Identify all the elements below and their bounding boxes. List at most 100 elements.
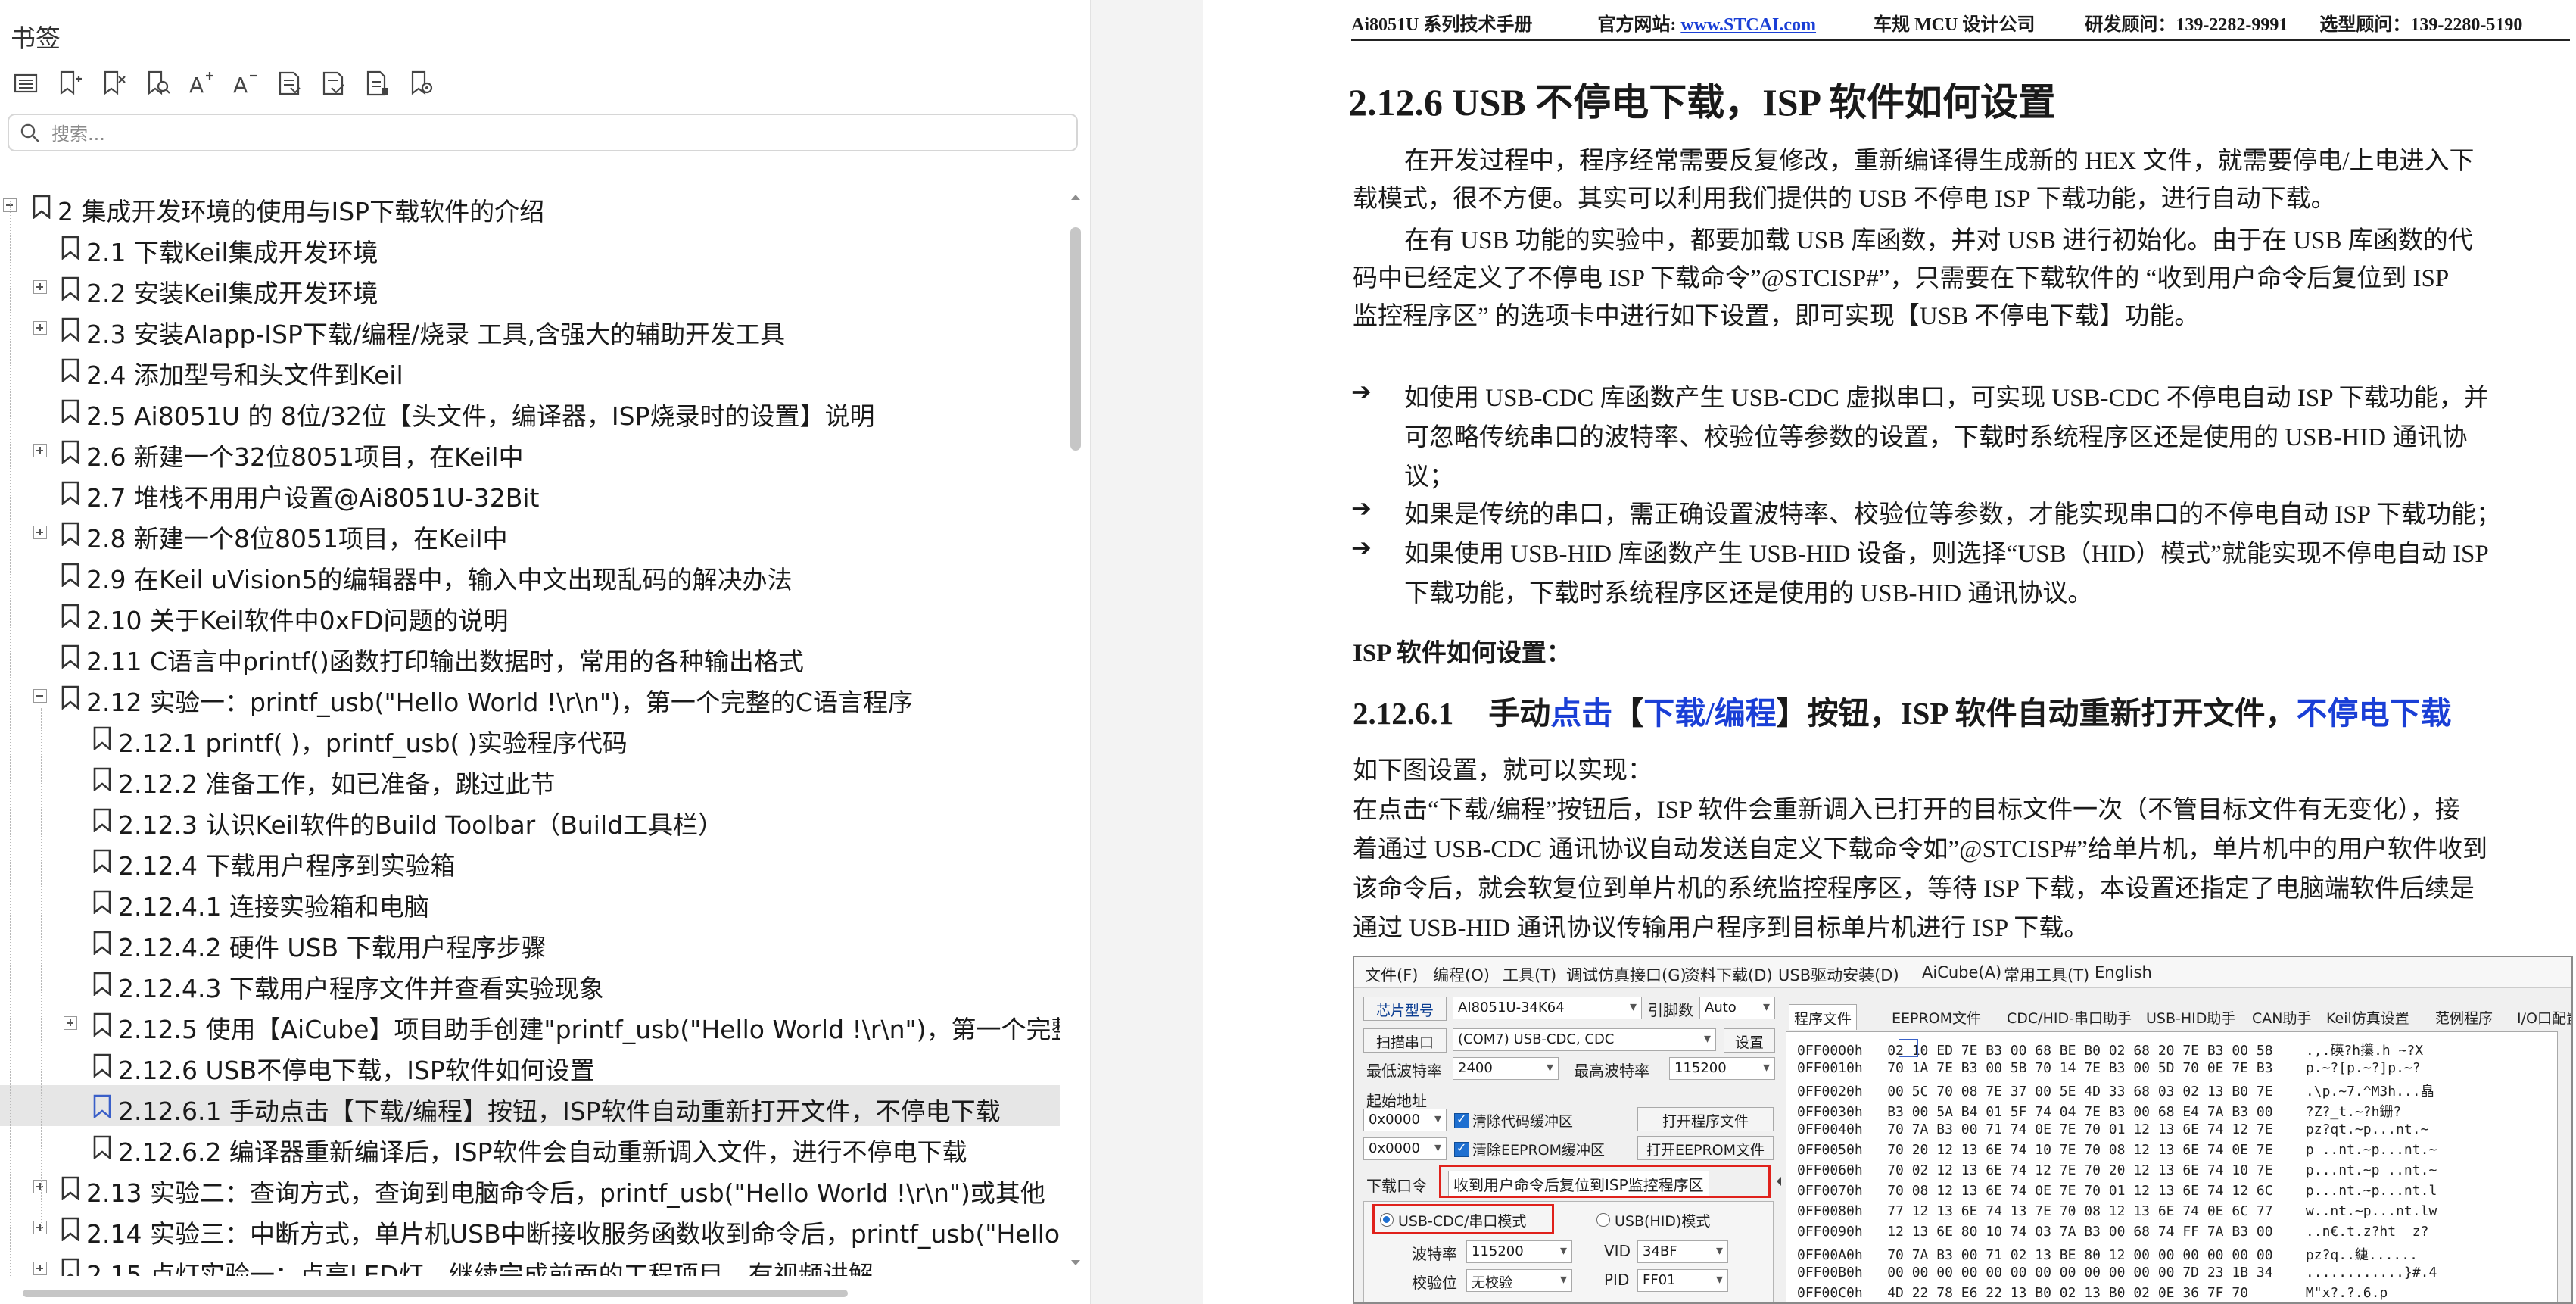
tab-item[interactable]: USB-HID助手	[2141, 1004, 2240, 1030]
bookmark-item[interactable]: 2.12.6.2 编译器重新编译后，ISP软件会自动重新调入文件，进行不停电下载	[0, 1126, 1060, 1167]
usb-hid-mode-radio[interactable]	[1596, 1213, 1610, 1227]
bookmark-item[interactable]: 2.6 新建一个32位8051项目，在Keil中	[0, 431, 1060, 472]
tab-item[interactable]: Keil仿真设置	[2322, 1004, 2414, 1030]
bookmark-item[interactable]: 2.15 点灯实验一：点亮LED灯，继续完成前面的工程项目，有视频讲解	[0, 1249, 1060, 1276]
bookmark-label: 2.14 实验三：中断方式，单片机USB中断接收服务函数收到命令后，printf…	[86, 1219, 1060, 1249]
bookmark-item[interactable]: 2.12.6 USB不停电下载，ISP软件如何设置	[0, 1044, 1060, 1085]
bookmark-item[interactable]: 2.9 在Keil uVision5的编辑器中，输入中文出现乱码的解决办法	[0, 554, 1060, 594]
tab-item[interactable]: EEPROM文件	[1887, 1004, 1986, 1030]
baud-select[interactable]: 115200	[1466, 1240, 1572, 1263]
port-select[interactable]: (COM7) USB-CDC, CDC	[1453, 1028, 1716, 1051]
bookmark-item[interactable]: 2.11 C语言中printf()函数打印输出数据时，常用的各种输出格式	[0, 635, 1060, 676]
menu-item[interactable]: USB驱动安装(D)	[1778, 963, 1899, 986]
expand-all-icon[interactable]	[8, 65, 44, 101]
expand-toggle-icon[interactable]	[33, 280, 47, 294]
bookmark-item[interactable]: 2.12.5 使用【AiCube】项目助手创建"printf_usb("Hell…	[0, 1003, 1060, 1044]
bookmark-item[interactable]: 2.13 实验二：查询方式，查询到电脑命令后，printf_usb("Hello…	[0, 1167, 1060, 1208]
bookmark-icon	[61, 440, 79, 464]
expand-toggle-icon[interactable]	[33, 444, 47, 457]
add-bookmark-icon[interactable]	[51, 65, 88, 101]
bookmark-item[interactable]: 2.14 实验三：中断方式，单片机USB中断接收服务函数收到命令后，printf…	[0, 1208, 1060, 1249]
panel-splitter[interactable]	[1091, 0, 2202, 1304]
menu-item[interactable]: English	[2095, 963, 2152, 981]
paragraph-line: 该命令后，就会软复位到单片机的系统监控程序区，等待 ISP 下载，本设置还指定了…	[1353, 875, 2475, 903]
scroll-down-icon[interactable]	[1067, 1254, 1084, 1271]
menu-item[interactable]: 文件(F)	[1365, 963, 1418, 986]
expand-toggle-icon[interactable]	[33, 1221, 47, 1234]
tab-item[interactable]: I/O口配置	[2512, 1004, 2571, 1030]
code-address-field[interactable]: 0x0000	[1363, 1109, 1447, 1131]
pid-field[interactable]: FF01	[1637, 1269, 1728, 1292]
clear-code-checkbox[interactable]	[1454, 1112, 1469, 1128]
bookmark-item[interactable]: 2.12.6.1 手动点击【下载/编程】按钮，ISP软件自动重新打开文件，不停电…	[0, 1085, 1060, 1126]
header-site-link[interactable]: www.STCAI.com	[1680, 15, 1816, 35]
bookmark-item[interactable]: 2.1 下载Keil集成开发环境	[0, 226, 1060, 267]
bookmark-item[interactable]: 2.3 安装AIapp-ISP下载/编程/烧录 工具,含强大的辅助开发工具	[0, 308, 1060, 349]
parity-select[interactable]: 无校验	[1466, 1269, 1572, 1292]
min-baud-select[interactable]: 2400	[1453, 1057, 1559, 1080]
bookmark-settings-icon[interactable]	[403, 65, 439, 101]
horizontal-scroll-thumb[interactable]	[23, 1290, 848, 1297]
bookmark-item[interactable]: 2.12.3 认识Keil软件的Build Toolbar（Build工具栏）	[0, 799, 1060, 840]
expand-toggle-icon[interactable]	[33, 1180, 47, 1193]
bookmark-icon	[61, 1176, 79, 1200]
bookmark-item[interactable]: 2.12.4.3 下载用户程序文件并查看实验现象	[0, 962, 1060, 1003]
expand-toggle-icon[interactable]	[33, 526, 47, 539]
find-bookmark-icon[interactable]	[139, 65, 176, 101]
bookmark-item[interactable]: 2 集成开发环境的使用与ISP下载软件的介绍	[0, 186, 1060, 226]
bookmark-item[interactable]: 2.10 关于Keil软件中0xFD问题的说明	[0, 594, 1060, 635]
expand-level-icon[interactable]	[271, 65, 307, 101]
chip-model-select[interactable]: AI8051U-34K64	[1453, 997, 1642, 1019]
bookmark-item[interactable]: 2.7 堆栈不用用户设置@Ai8051U-32Bit	[0, 472, 1060, 513]
menu-item[interactable]: 调试仿真接口(G)	[1566, 963, 1687, 986]
bookmark-properties-icon[interactable]	[359, 65, 395, 101]
bookmark-tree: 2 集成开发环境的使用与ISP下载软件的介绍 2.1 下载Keil集成开发环境 2.…	[0, 186, 1060, 1276]
tab-item[interactable]: CAN助手	[2247, 1004, 2316, 1030]
bookmark-search-box[interactable]	[8, 114, 1078, 151]
search-input[interactable]	[50, 120, 1060, 148]
tab-item[interactable]: 程序文件	[1789, 1004, 1858, 1030]
vertical-scroll-thumb[interactable]	[1070, 227, 1081, 451]
menu-item[interactable]: 资料下载(D)	[1684, 963, 1773, 986]
bookmark-item[interactable]: 2.4 添加型号和头文件到Keil	[0, 349, 1060, 390]
decrease-font-icon[interactable]: A	[227, 65, 263, 101]
menu-item[interactable]: 工具(T)	[1503, 963, 1556, 986]
collapse-toggle-icon[interactable]	[33, 689, 47, 703]
bookmark-item[interactable]: 2.12.2 准备工作，如已准备，跳过此节	[0, 758, 1060, 799]
bookmark-item[interactable]: 2.12.4.1 连接实验箱和电脑	[0, 881, 1060, 922]
hex-cursor	[1899, 1039, 1918, 1057]
bookmark-item[interactable]: 2.12.4 下载用户程序到实验箱	[0, 840, 1060, 881]
max-baud-select[interactable]: 115200	[1669, 1057, 1775, 1080]
bookmark-item[interactable]: 2.12.1 printf( )，printf_usb( )实验程序代码	[0, 717, 1060, 758]
port-settings-button[interactable]: 设置	[1724, 1028, 1775, 1053]
bookmark-item[interactable]: 2.5 Ai8051U 的 8位/32位【头文件，编译器，ISP烧录时的设置】说…	[0, 390, 1060, 431]
bookmark-item[interactable]: 2.12.4.2 硬件 USB 下载用户程序步骤	[0, 922, 1060, 962]
open-program-file-button[interactable]: 打开程序文件	[1637, 1107, 1774, 1131]
open-eeprom-file-button[interactable]: 打开EEPROM文件	[1637, 1136, 1774, 1160]
tree-connector	[41, 708, 42, 1231]
bookmark-item[interactable]: 2.12 实验一：printf_usb("Hello World !\r\n")…	[0, 676, 1060, 717]
pin-count-select[interactable]: Auto	[1699, 997, 1775, 1019]
delete-bookmark-icon[interactable]	[95, 65, 132, 101]
vid-field[interactable]: 34BF	[1637, 1240, 1728, 1263]
pid-label: PID	[1604, 1271, 1630, 1289]
bookmark-icon	[93, 972, 111, 996]
bookmark-item[interactable]: 2.8 新建一个8位8051项目，在Keil中	[0, 513, 1060, 554]
subsection-title-part: 】按钮，ISP 软件自动重新打开文件，	[1776, 696, 2297, 731]
collapse-level-icon[interactable]	[315, 65, 351, 101]
scroll-up-icon[interactable]	[1067, 189, 1084, 206]
expand-toggle-icon[interactable]	[33, 321, 47, 335]
tab-item[interactable]: 范例程序	[2431, 1004, 2497, 1030]
expand-toggle-icon[interactable]	[33, 1262, 47, 1275]
menu-item[interactable]: 编程(O)	[1433, 963, 1490, 986]
bookmark-item[interactable]: 2.2 安装Keil集成开发环境	[0, 267, 1060, 308]
expand-toggle-icon[interactable]	[64, 1016, 77, 1030]
clear-eeprom-checkbox[interactable]	[1454, 1140, 1469, 1157]
increase-font-icon[interactable]: A	[183, 65, 220, 101]
bookmark-label: 2.8 新建一个8位8051项目，在Keil中	[86, 524, 508, 554]
eeprom-address-field[interactable]: 0x0000	[1363, 1137, 1447, 1160]
scan-port-button[interactable]: 扫描串口	[1363, 1028, 1447, 1053]
tab-item[interactable]: CDC/HID-串口助手	[2002, 1004, 2136, 1030]
menu-item[interactable]: AiCube(A)	[1922, 963, 2001, 981]
menu-item[interactable]: 常用工具(T)	[2004, 963, 2089, 986]
